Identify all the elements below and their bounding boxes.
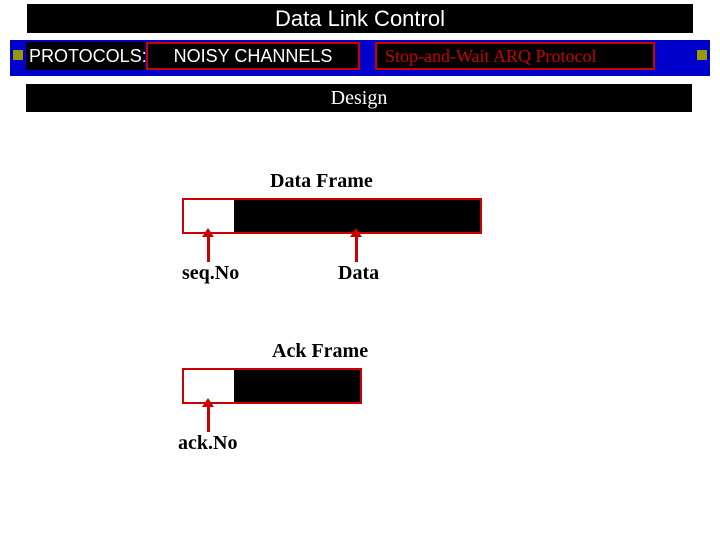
section-title: Design bbox=[26, 84, 692, 112]
protocols-label: PROTOCOLS: bbox=[26, 42, 145, 70]
ackno-label: ack.No bbox=[178, 432, 237, 455]
seqno-label: seq.No bbox=[182, 262, 239, 285]
data-label: Data bbox=[338, 262, 379, 285]
arrow-line-icon bbox=[355, 234, 358, 262]
data-frame-title: Data Frame bbox=[270, 170, 373, 193]
bullet-icon bbox=[697, 50, 707, 60]
arrow-line-icon bbox=[207, 234, 210, 262]
arrowhead-icon bbox=[350, 228, 362, 237]
data-frame-diagram bbox=[182, 198, 482, 234]
bullet-icon bbox=[13, 50, 23, 60]
page-title: Data Link Control bbox=[27, 4, 693, 33]
ack-rest-field bbox=[234, 370, 360, 402]
ack-frame-title: Ack Frame bbox=[272, 340, 368, 363]
channel-type-box: NOISY CHANNELS bbox=[146, 42, 360, 70]
arrow-line-icon bbox=[207, 404, 210, 432]
arrowhead-icon bbox=[202, 398, 214, 407]
protocol-name-box: Stop-and-Wait ARQ Protocol bbox=[375, 42, 655, 70]
arrowhead-icon bbox=[202, 228, 214, 237]
